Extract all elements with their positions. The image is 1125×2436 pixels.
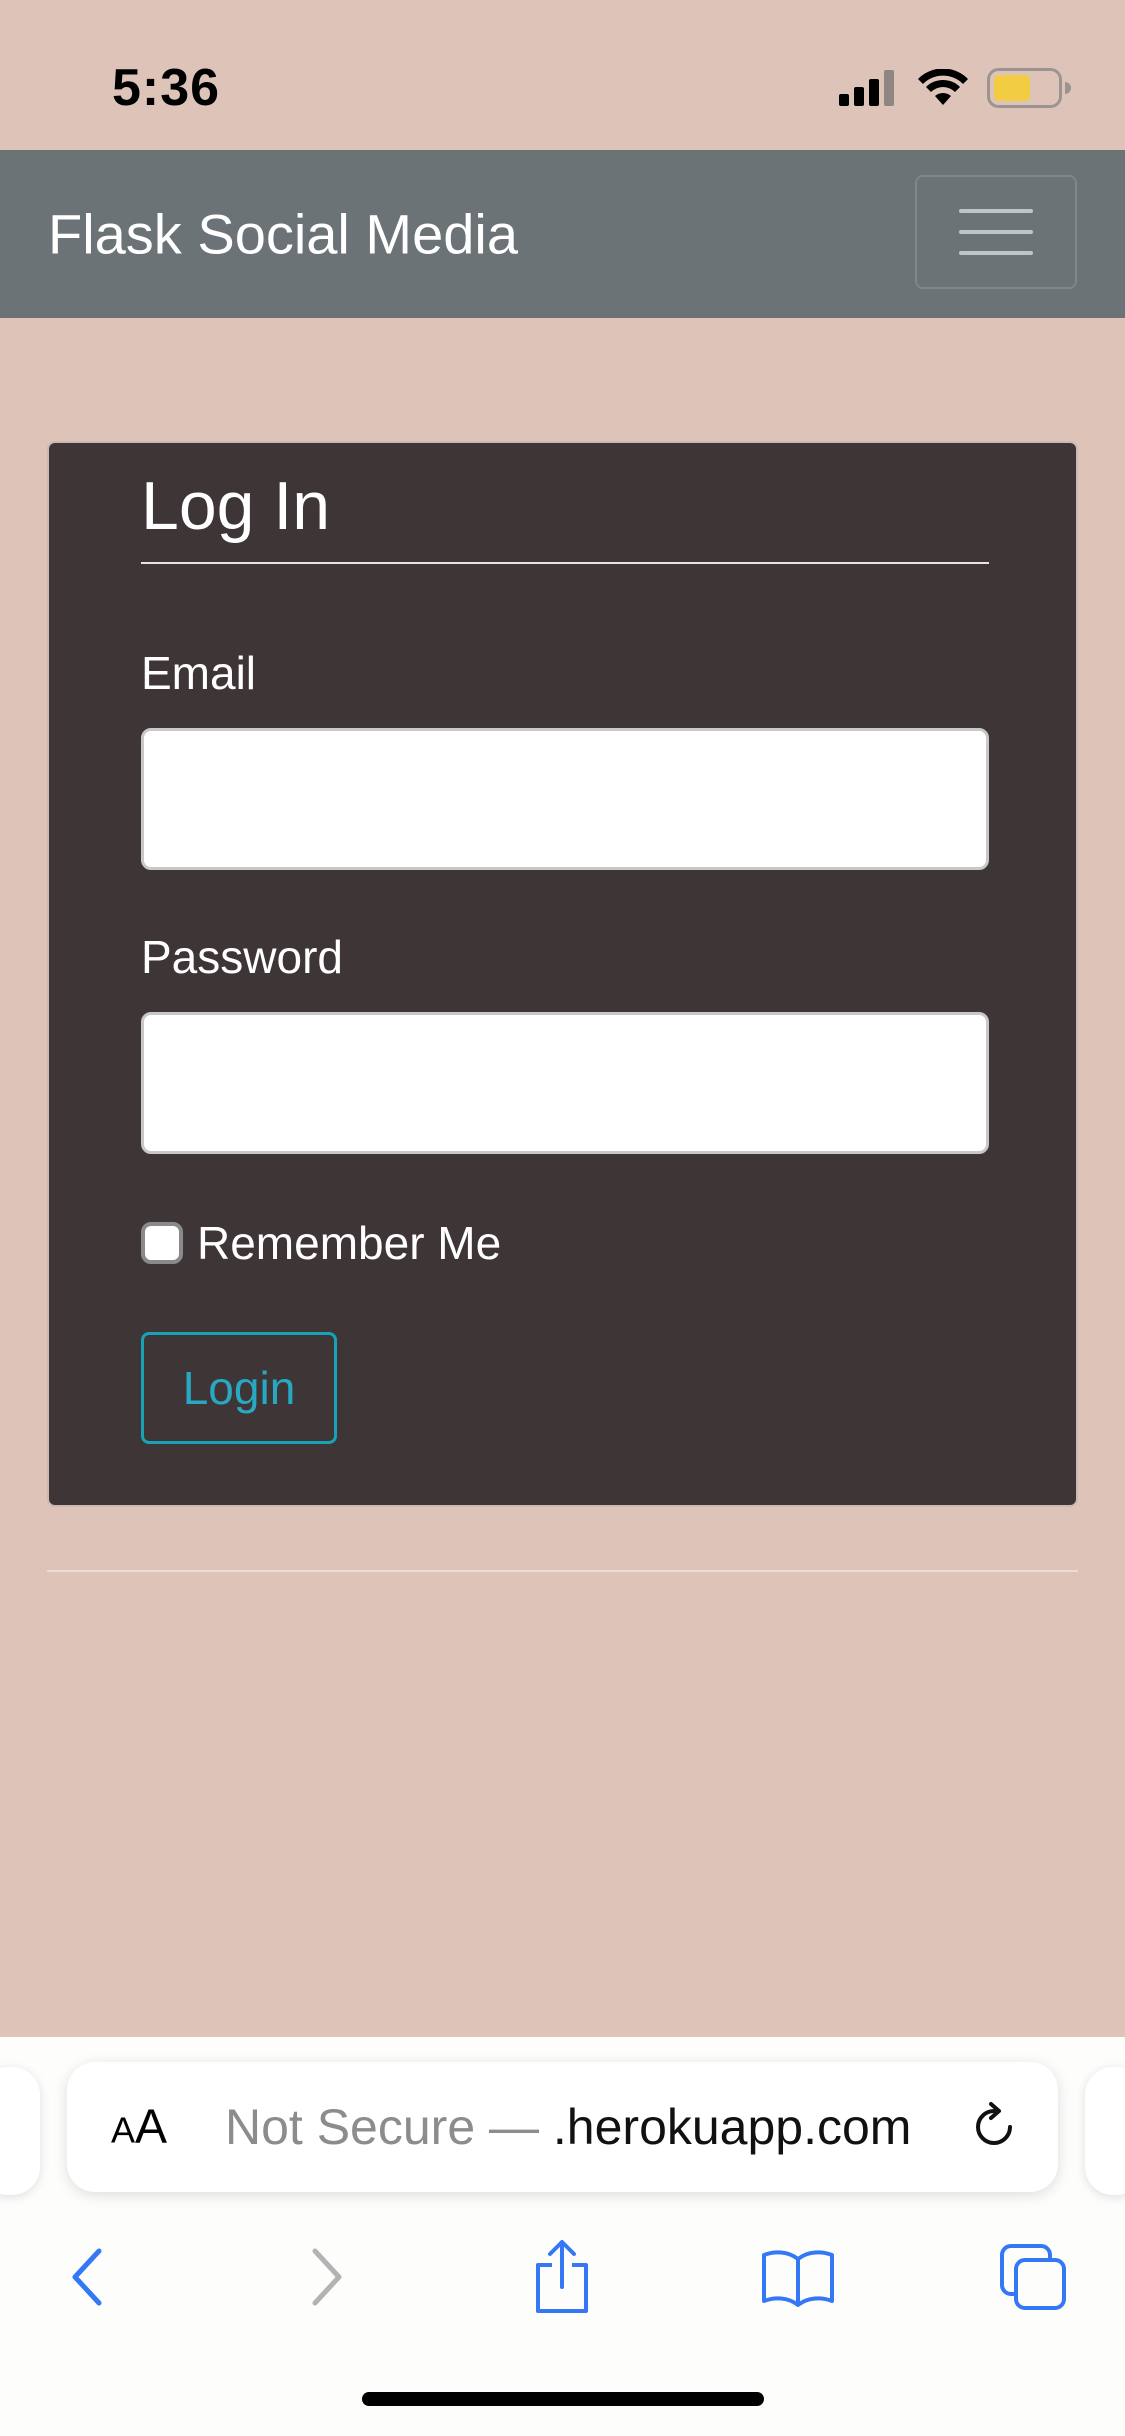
back-chevron-icon[interactable]	[42, 2232, 132, 2322]
wifi-icon	[917, 69, 969, 107]
navbar: Flask Social Media	[0, 150, 1125, 318]
share-icon[interactable]	[517, 2232, 607, 2322]
status-bar: 5:36	[0, 0, 1125, 150]
navbar-brand-link[interactable]: Flask Social Media	[48, 202, 518, 267]
cellular-signal-icon	[839, 70, 899, 106]
hamburger-icon	[959, 209, 1033, 213]
hamburger-icon-bar	[959, 251, 1033, 255]
text-size-small-a: A	[111, 2109, 136, 2151]
previous-tab-peek[interactable]	[0, 2067, 40, 2195]
address-bar[interactable]: AA Not Secure — .herokuapp.com	[67, 2062, 1058, 2192]
status-icons	[839, 64, 1071, 112]
tabs-overview-icon[interactable]	[988, 2232, 1078, 2322]
page-divider	[47, 1570, 1078, 1572]
text-size-large-a: A	[135, 2100, 168, 2154]
next-tab-peek[interactable]	[1085, 2067, 1125, 2195]
battery-icon	[987, 68, 1071, 108]
navbar-menu-toggle-button[interactable]	[915, 175, 1077, 289]
remember-me-checkbox[interactable]	[141, 1221, 183, 1264]
login-card: Log In Email Password Remember Me Login	[47, 441, 1078, 1507]
browser-toolbar	[0, 2232, 1125, 2352]
browser-bottom-bar: AA Not Secure — .herokuapp.com	[0, 2037, 1125, 2436]
remember-me-row: Remember Me	[141, 1216, 989, 1270]
url-domain: .herokuapp.com	[552, 2099, 912, 2155]
status-time: 5:36	[112, 59, 221, 117]
url-security-label: Not Secure —	[225, 2099, 553, 2155]
login-form: Log In Email Password Remember Me Login	[141, 469, 989, 1444]
password-label: Password	[141, 930, 343, 983]
password-input[interactable]	[141, 1011, 989, 1154]
login-button[interactable]: Login	[141, 1331, 337, 1444]
hamburger-icon-bar	[959, 230, 1033, 234]
bookmarks-book-icon[interactable]	[753, 2232, 843, 2322]
remember-me-label[interactable]: Remember Me	[197, 1216, 501, 1270]
page-settings-button[interactable]: AA	[111, 2100, 167, 2155]
email-label: Email	[141, 646, 257, 699]
email-input[interactable]	[141, 727, 989, 870]
url-display[interactable]: Not Secure — .herokuapp.com	[225, 2098, 911, 2156]
home-indicator	[362, 2392, 764, 2406]
forward-chevron-icon[interactable]	[282, 2232, 372, 2322]
reload-icon[interactable]	[966, 2099, 1022, 2155]
login-title: Log In	[141, 469, 989, 564]
